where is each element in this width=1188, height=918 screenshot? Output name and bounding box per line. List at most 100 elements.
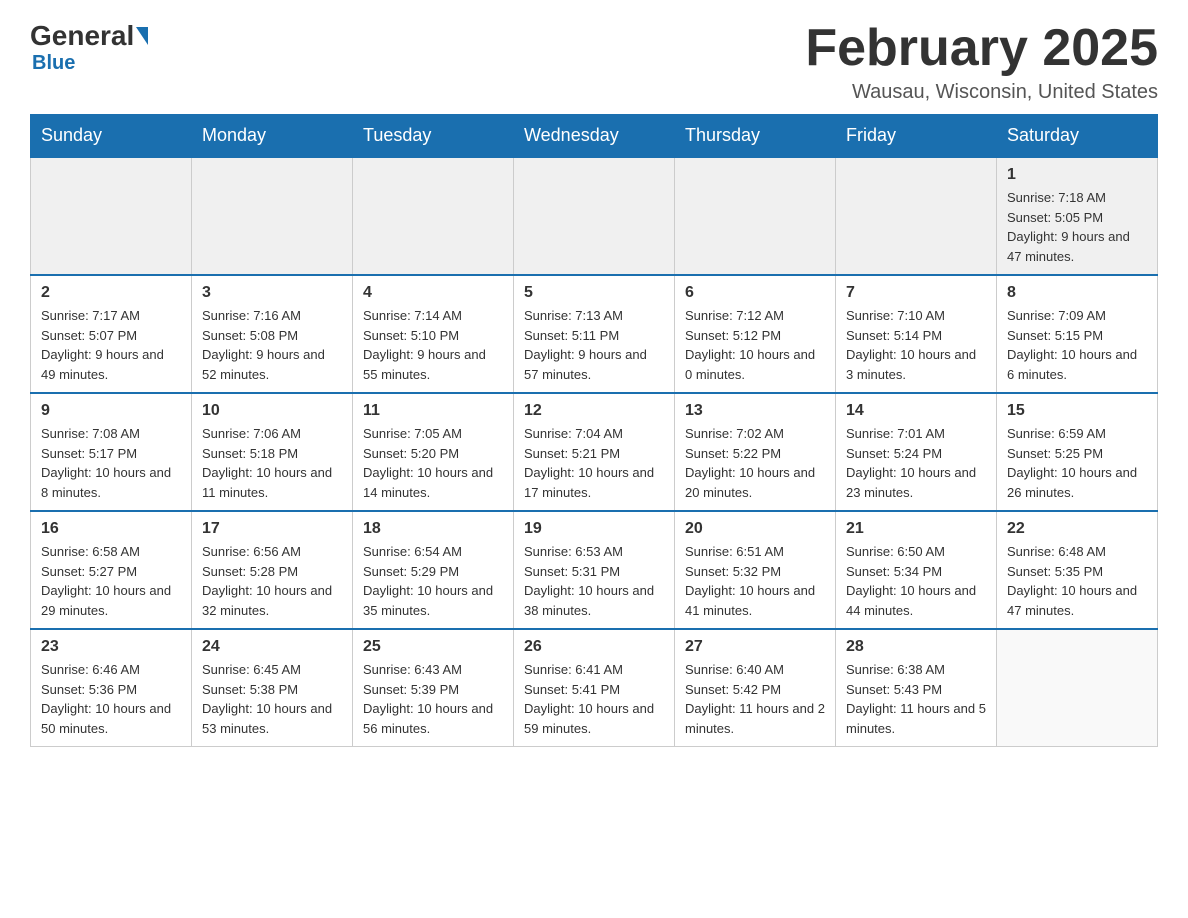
day-of-week-header: Sunday	[31, 115, 192, 158]
day-number: 7	[846, 284, 986, 302]
day-info: Sunrise: 6:41 AM Sunset: 5:41 PM Dayligh…	[524, 660, 664, 738]
calendar-day-cell: 6 Sunrise: 7:12 AM Sunset: 5:12 PM Daylig…	[675, 275, 836, 393]
day-info: Sunrise: 7:06 AM Sunset: 5:18 PM Dayligh…	[202, 424, 342, 502]
day-info: Sunrise: 6:43 AM Sunset: 5:39 PM Dayligh…	[363, 660, 503, 738]
calendar-header-row: SundayMondayTuesdayWednesdayThursdayFrid…	[31, 115, 1158, 158]
calendar-week-row: 16Sunrise: 6:58 AM Sunset: 5:27 PM Dayli…	[31, 511, 1158, 629]
day-number: 9	[41, 402, 181, 420]
day-info: Sunrise: 6:56 AM Sunset: 5:28 PM Dayligh…	[202, 542, 342, 620]
day-number: 24	[202, 638, 342, 656]
calendar-day-cell: 13 Sunrise: 7:02 AM Sunset: 5:22 PM Dayli…	[675, 393, 836, 511]
day-of-week-header: Monday	[192, 115, 353, 158]
page-header: General Blue February 2025 Wausau, Wisco…	[30, 20, 1158, 104]
day-number: 8	[1007, 284, 1147, 302]
day-number: 21	[846, 520, 986, 538]
day-info: Sunrise: 6:48 AM Sunset: 5:35 PM Dayligh…	[1007, 542, 1147, 620]
day-info: Sunrise: 7:13 AM Sunset: 5:11 PM Dayligh…	[524, 306, 664, 384]
calendar-day-cell	[514, 157, 675, 275]
day-info: Sunrise: 6:53 AM Sunset: 5:31 PM Dayligh…	[524, 542, 664, 620]
day-number: 18	[363, 520, 503, 538]
calendar-table: SundayMondayTuesdayWednesdayThursdayFrid…	[30, 114, 1158, 747]
calendar-day-cell	[31, 157, 192, 275]
day-info: Sunrise: 7:14 AM Sunset: 5:10 PM Dayligh…	[363, 306, 503, 384]
day-info: Sunrise: 7:02 AM Sunset: 5:22 PM Dayligh…	[685, 424, 825, 502]
logo-blue-text: Blue	[32, 52, 75, 75]
calendar-day-cell: 19Sunrise: 6:53 AM Sunset: 5:31 PM Dayli…	[514, 511, 675, 629]
calendar-day-cell: 20 Sunrise: 6:51 AM Sunset: 5:32 PM Dayli…	[675, 511, 836, 629]
day-info: Sunrise: 7:16 AM Sunset: 5:08 PM Dayligh…	[202, 306, 342, 384]
calendar-week-row: 9 Sunrise: 7:08 AM Sunset: 5:17 PM Daylig…	[31, 393, 1158, 511]
calendar-day-cell	[675, 157, 836, 275]
calendar-day-cell: 17 Sunrise: 6:56 AM Sunset: 5:28 PM Dayli…	[192, 511, 353, 629]
calendar-week-row: 2 Sunrise: 7:17 AM Sunset: 5:07 PM Daylig…	[31, 275, 1158, 393]
calendar-day-cell: 16Sunrise: 6:58 AM Sunset: 5:27 PM Dayli…	[31, 511, 192, 629]
day-info: Sunrise: 7:05 AM Sunset: 5:20 PM Dayligh…	[363, 424, 503, 502]
day-info: Sunrise: 6:54 AM Sunset: 5:29 PM Dayligh…	[363, 542, 503, 620]
logo-general-text: General	[30, 20, 134, 52]
day-info: Sunrise: 6:51 AM Sunset: 5:32 PM Dayligh…	[685, 542, 825, 620]
day-number: 25	[363, 638, 503, 656]
calendar-day-cell: 8 Sunrise: 7:09 AM Sunset: 5:15 PM Daylig…	[997, 275, 1158, 393]
calendar-day-cell	[192, 157, 353, 275]
day-number: 10	[202, 402, 342, 420]
day-info: Sunrise: 6:46 AM Sunset: 5:36 PM Dayligh…	[41, 660, 181, 738]
day-of-week-header: Thursday	[675, 115, 836, 158]
day-number: 5	[524, 284, 664, 302]
calendar-day-cell	[836, 157, 997, 275]
calendar-subtitle: Wausau, Wisconsin, United States	[805, 81, 1158, 104]
day-info: Sunrise: 7:01 AM Sunset: 5:24 PM Dayligh…	[846, 424, 986, 502]
calendar-day-cell: 26 Sunrise: 6:41 AM Sunset: 5:41 PM Dayli…	[514, 629, 675, 747]
day-info: Sunrise: 7:12 AM Sunset: 5:12 PM Dayligh…	[685, 306, 825, 384]
calendar-day-cell: 24 Sunrise: 6:45 AM Sunset: 5:38 PM Dayli…	[192, 629, 353, 747]
calendar-day-cell: 12 Sunrise: 7:04 AM Sunset: 5:21 PM Dayli…	[514, 393, 675, 511]
day-number: 22	[1007, 520, 1147, 538]
calendar-week-row: 1 Sunrise: 7:18 AM Sunset: 5:05 PM Daylig…	[31, 157, 1158, 275]
day-info: Sunrise: 7:09 AM Sunset: 5:15 PM Dayligh…	[1007, 306, 1147, 384]
day-of-week-header: Saturday	[997, 115, 1158, 158]
day-number: 3	[202, 284, 342, 302]
day-number: 20	[685, 520, 825, 538]
calendar-day-cell: 25 Sunrise: 6:43 AM Sunset: 5:39 PM Dayli…	[353, 629, 514, 747]
calendar-day-cell: 4 Sunrise: 7:14 AM Sunset: 5:10 PM Daylig…	[353, 275, 514, 393]
day-info: Sunrise: 6:40 AM Sunset: 5:42 PM Dayligh…	[685, 660, 825, 738]
day-number: 12	[524, 402, 664, 420]
calendar-week-row: 23 Sunrise: 6:46 AM Sunset: 5:36 PM Dayli…	[31, 629, 1158, 747]
day-number: 1	[1007, 166, 1147, 184]
calendar-day-cell: 18 Sunrise: 6:54 AM Sunset: 5:29 PM Dayli…	[353, 511, 514, 629]
day-number: 14	[846, 402, 986, 420]
day-info: Sunrise: 6:50 AM Sunset: 5:34 PM Dayligh…	[846, 542, 986, 620]
day-number: 17	[202, 520, 342, 538]
day-number: 13	[685, 402, 825, 420]
calendar-day-cell	[997, 629, 1158, 747]
calendar-day-cell: 1 Sunrise: 7:18 AM Sunset: 5:05 PM Daylig…	[997, 157, 1158, 275]
day-number: 11	[363, 402, 503, 420]
day-number: 6	[685, 284, 825, 302]
day-info: Sunrise: 7:10 AM Sunset: 5:14 PM Dayligh…	[846, 306, 986, 384]
calendar-day-cell: 7 Sunrise: 7:10 AM Sunset: 5:14 PM Daylig…	[836, 275, 997, 393]
day-number: 27	[685, 638, 825, 656]
calendar-day-cell: 23 Sunrise: 6:46 AM Sunset: 5:36 PM Dayli…	[31, 629, 192, 747]
day-number: 23	[41, 638, 181, 656]
day-info: Sunrise: 6:45 AM Sunset: 5:38 PM Dayligh…	[202, 660, 342, 738]
day-number: 26	[524, 638, 664, 656]
day-number: 2	[41, 284, 181, 302]
calendar-day-cell: 3 Sunrise: 7:16 AM Sunset: 5:08 PM Daylig…	[192, 275, 353, 393]
day-info: Sunrise: 7:17 AM Sunset: 5:07 PM Dayligh…	[41, 306, 181, 384]
day-info: Sunrise: 7:08 AM Sunset: 5:17 PM Dayligh…	[41, 424, 181, 502]
calendar-day-cell: 5 Sunrise: 7:13 AM Sunset: 5:11 PM Daylig…	[514, 275, 675, 393]
calendar-day-cell: 9 Sunrise: 7:08 AM Sunset: 5:17 PM Daylig…	[31, 393, 192, 511]
day-of-week-header: Wednesday	[514, 115, 675, 158]
day-number: 4	[363, 284, 503, 302]
calendar-day-cell	[353, 157, 514, 275]
logo: General Blue	[30, 20, 150, 75]
calendar-day-cell: 21 Sunrise: 6:50 AM Sunset: 5:34 PM Dayli…	[836, 511, 997, 629]
day-info: Sunrise: 7:04 AM Sunset: 5:21 PM Dayligh…	[524, 424, 664, 502]
day-number: 16	[41, 520, 181, 538]
day-info: Sunrise: 7:18 AM Sunset: 5:05 PM Dayligh…	[1007, 188, 1147, 266]
calendar-day-cell: 28Sunrise: 6:38 AM Sunset: 5:43 PM Dayli…	[836, 629, 997, 747]
calendar-day-cell: 14 Sunrise: 7:01 AM Sunset: 5:24 PM Dayli…	[836, 393, 997, 511]
day-info: Sunrise: 6:38 AM Sunset: 5:43 PM Dayligh…	[846, 660, 986, 738]
day-info: Sunrise: 6:59 AM Sunset: 5:25 PM Dayligh…	[1007, 424, 1147, 502]
calendar-day-cell: 11 Sunrise: 7:05 AM Sunset: 5:20 PM Dayli…	[353, 393, 514, 511]
title-area: February 2025 Wausau, Wisconsin, United …	[805, 20, 1158, 104]
